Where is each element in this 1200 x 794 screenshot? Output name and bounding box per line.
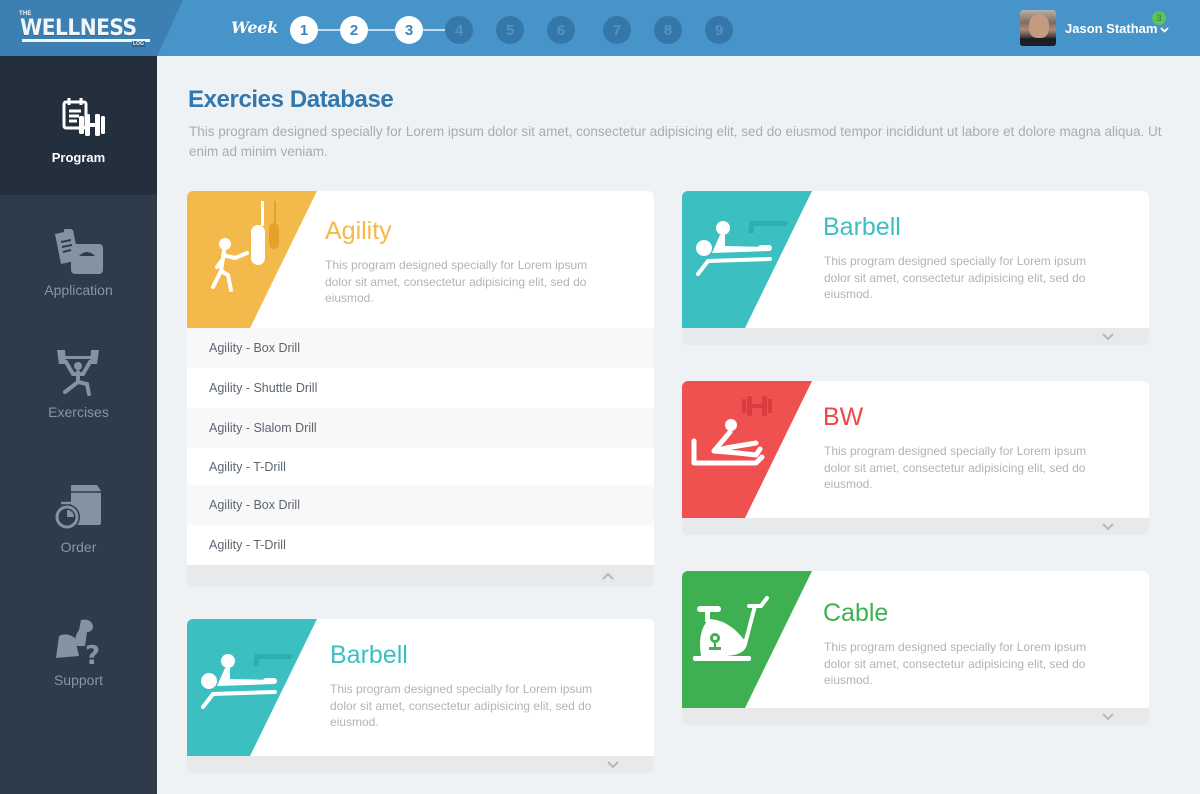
week-step-7[interactable]: 7 [603, 16, 631, 44]
category-card-bw: BW This program designed specially for L… [682, 381, 1149, 535]
sidebar-item-label: Program [51, 150, 106, 165]
chevron-down-icon [1102, 713, 1114, 721]
week-step-8[interactable]: 8 [654, 16, 682, 44]
sidebar-item-exercises[interactable]: Exercises [0, 348, 157, 438]
sidebar-item-label: Application [44, 282, 113, 298]
expand-toggle[interactable] [682, 708, 1149, 725]
page-title: Exercies Database [188, 86, 394, 113]
card-title: Barbell [823, 213, 901, 241]
logo-underline [22, 39, 150, 42]
sidebar: Program Application Exercises Order ? Su… [0, 56, 157, 794]
card-description: This program designed specially for Lore… [325, 258, 588, 305]
sidebar-item-label: Order [60, 539, 97, 555]
category-card-barbell: Barbell This program designed specially … [187, 619, 654, 773]
avatar[interactable] [1020, 10, 1056, 46]
card-description: This program designed specially for Lore… [824, 254, 1087, 301]
step-connector [368, 29, 395, 31]
card-title: Agility [325, 217, 392, 245]
card-header[interactable]: Cable This program designed specially fo… [682, 571, 1149, 708]
sidebar-item-label: Exercises [48, 404, 109, 420]
main-content: Exercies Database This program designed … [157, 56, 1200, 794]
exercise-bike-icon [693, 596, 769, 661]
chevron-down-icon [607, 761, 619, 769]
card-title: Barbell [330, 641, 408, 669]
step-connector [423, 29, 445, 31]
program-icon [62, 98, 105, 136]
card-header[interactable]: BW This program designed specially for L… [682, 381, 1149, 518]
week-step-4[interactable]: 4 [445, 16, 473, 44]
rowing-icon [691, 396, 772, 466]
expand-toggle[interactable] [682, 518, 1149, 535]
collapse-toggle[interactable] [187, 565, 654, 587]
exercise-list-item[interactable]: Agility - Box Drill [187, 485, 654, 525]
card-description: This program designed specially for Lore… [824, 444, 1087, 491]
week-step-1[interactable]: 1 [290, 16, 318, 44]
card-title: Cable [823, 599, 889, 627]
notification-badge[interactable]: 3 [1152, 11, 1166, 25]
sidebar-item-support[interactable]: ? Support [0, 616, 157, 706]
card-header[interactable]: Barbell This program designed specially … [682, 191, 1149, 328]
expand-toggle[interactable] [682, 328, 1149, 345]
exercise-list-item[interactable]: Agility - Shuttle Drill [187, 368, 654, 408]
card-title: BW [823, 403, 864, 431]
logo-word: WELLNESS [20, 16, 137, 41]
exercise-list-item[interactable]: Agility - T-Drill [187, 525, 654, 565]
exercises-icon [56, 350, 99, 396]
exercise-list: Agility - Box Drill Agility - Shuttle Dr… [187, 328, 654, 565]
top-bar: THE WELLNESS LOG Week 1 2 3 4 5 6 7 8 9 … [0, 0, 1200, 56]
page-description: This program designed specially for Lore… [189, 124, 1162, 159]
step-connector [318, 29, 340, 31]
expand-toggle[interactable] [187, 756, 654, 773]
svg-text:?: ? [85, 641, 100, 666]
user-name[interactable]: Jason Statham [1065, 21, 1157, 36]
application-icon [54, 229, 103, 274]
sidebar-item-order[interactable]: Order [0, 483, 157, 573]
week-step-3[interactable]: 3 [395, 16, 423, 44]
category-card-barbell: Barbell This program designed specially … [682, 191, 1149, 345]
logo-log: LOG [132, 41, 145, 47]
card-header[interactable]: Agility This program designed specially … [187, 191, 654, 328]
exercise-list-item[interactable]: Agility - Slalom Drill [187, 408, 654, 448]
order-icon [53, 485, 101, 530]
week-step-2[interactable]: 2 [340, 16, 368, 44]
exercise-list-item[interactable]: Agility - T-Drill [187, 448, 654, 485]
sidebar-item-application[interactable]: Application [0, 226, 157, 316]
card-description: This program designed specially for Lore… [330, 682, 593, 729]
category-card-cable: Cable This program designed specially fo… [682, 571, 1149, 725]
sidebar-item-program[interactable]: Program [0, 56, 157, 195]
chevron-down-icon [1102, 523, 1114, 531]
week-step-6[interactable]: 6 [547, 16, 575, 44]
bench-press-icon [201, 654, 293, 709]
category-card-agility: Agility This program designed specially … [187, 191, 654, 587]
exercise-list-item[interactable]: Agility - Box Drill [187, 328, 654, 368]
card-header[interactable]: Barbell This program designed specially … [187, 619, 654, 756]
boxing-bag-icon [211, 201, 279, 292]
card-description: This program designed specially for Lore… [824, 640, 1087, 687]
chevron-down-icon[interactable] [1160, 24, 1169, 36]
chevron-down-icon [1102, 333, 1114, 341]
bench-press-icon [696, 221, 788, 276]
support-icon: ? [55, 619, 100, 666]
week-label: Week [231, 18, 278, 37]
week-step-5[interactable]: 5 [496, 16, 524, 44]
sidebar-item-label: Support [53, 672, 104, 688]
week-step-9[interactable]: 9 [705, 16, 733, 44]
chevron-up-icon [602, 572, 614, 580]
avatar-face [1029, 14, 1049, 38]
avatar-shirt [1020, 38, 1056, 46]
